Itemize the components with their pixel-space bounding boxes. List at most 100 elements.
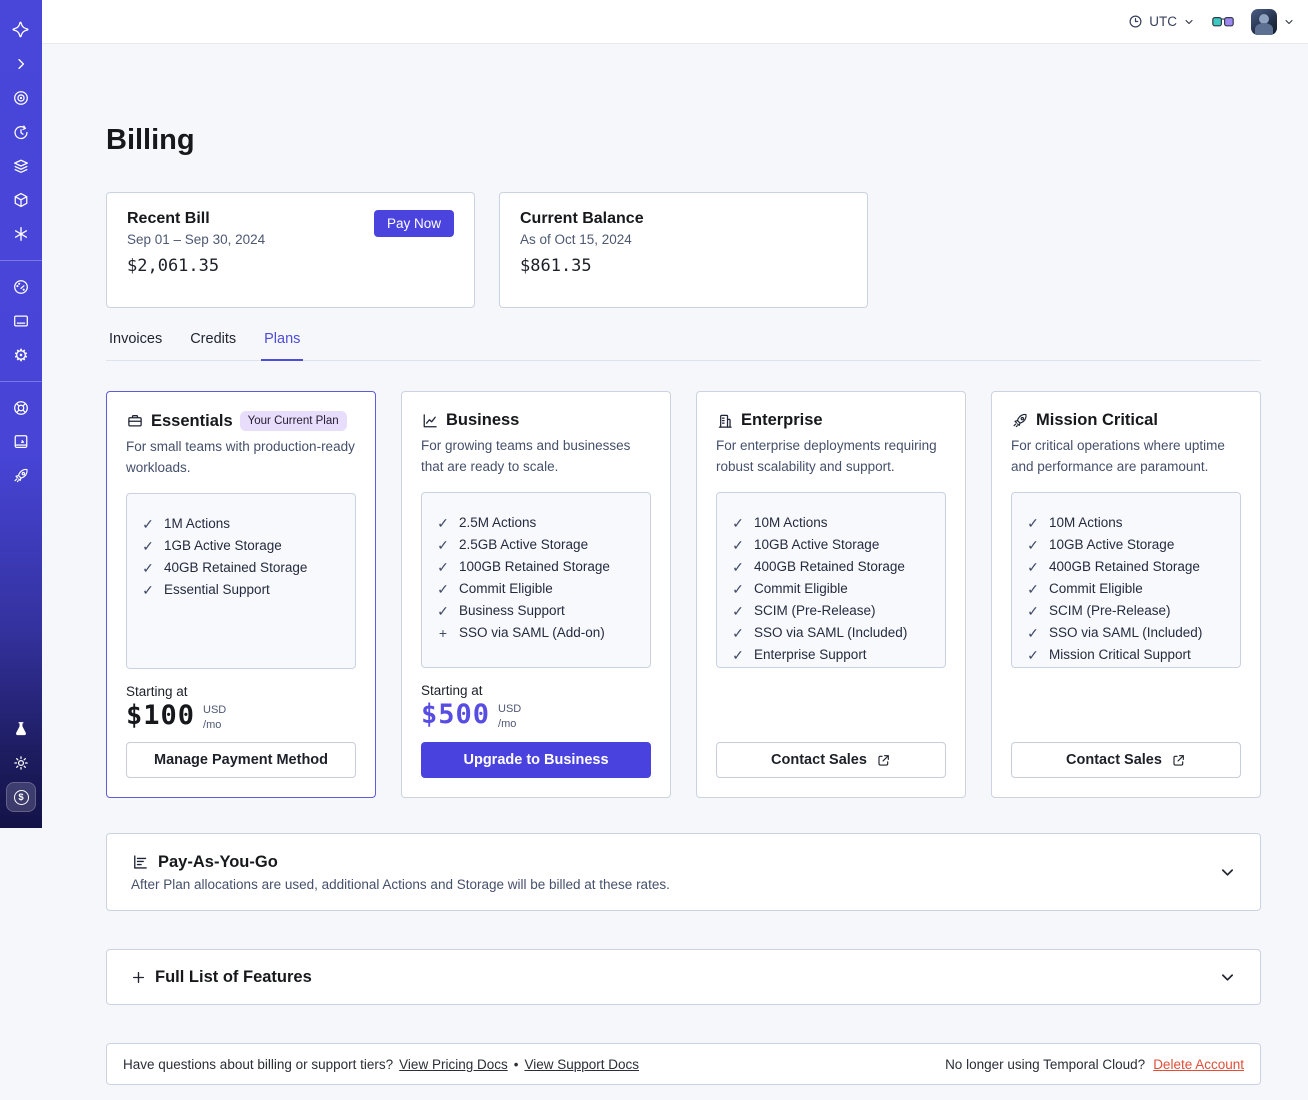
view-support-docs-link[interactable]: View Support Docs <box>524 1057 639 1072</box>
active-item-highlight: $ <box>6 782 36 812</box>
feature-label: Commit Eligible <box>754 580 848 596</box>
delete-account-link[interactable]: Delete Account <box>1153 1057 1244 1072</box>
sidebar-divider <box>0 260 42 261</box>
feature-item: ✓ Enterprise Support <box>731 644 931 666</box>
theme-sun-icon[interactable] <box>4 746 38 780</box>
lab-flask-icon[interactable] <box>4 712 38 746</box>
contact-sales-label: Contact Sales <box>771 752 867 769</box>
external-link-icon <box>1173 755 1184 766</box>
rates-chart-icon <box>134 855 147 870</box>
collapse-chevron-icon[interactable] <box>4 47 38 81</box>
temporal-logo-icon[interactable] <box>4 13 38 47</box>
support-lifebuoy-icon[interactable] <box>4 391 38 425</box>
getting-started-rocket-icon[interactable] <box>4 459 38 493</box>
plans-grid: Essentials Your Current Plan For small t… <box>106 391 1261 799</box>
plan-name: Mission Critical <box>1036 411 1158 430</box>
plus-icon: + <box>438 624 448 641</box>
feature-item: ✓ 100GB Retained Storage <box>436 556 636 578</box>
plan-card-business: Business For growing teams and businesse… <box>401 391 671 799</box>
feature-label: 1M Actions <box>164 515 231 531</box>
check-icon: ✓ <box>437 602 449 619</box>
sidebar-item-billing-active[interactable]: $ <box>4 780 38 814</box>
chevron-down-icon <box>1285 19 1293 24</box>
check-icon: ✓ <box>142 559 154 576</box>
feature-label: Business Support <box>459 602 565 618</box>
feedback-glasses-icon[interactable] <box>1212 15 1234 29</box>
feature-label: 2.5GB Active Storage <box>459 536 589 552</box>
contact-sales-button[interactable]: Contact Sales <box>716 742 946 779</box>
layers-icon[interactable] <box>4 149 38 183</box>
feature-item: + SSO via SAML (Add-on) <box>436 622 636 644</box>
tab-invoices[interactable]: Invoices <box>106 331 165 360</box>
price-period: /mo <box>203 718 222 731</box>
check-icon: ✓ <box>1027 602 1039 619</box>
price-block: Starting at $500 USD/mo <box>421 683 651 732</box>
check-icon: ✓ <box>1027 514 1039 531</box>
schedules-timer-icon[interactable] <box>4 115 38 149</box>
plan-card-enterprise: Enterprise For enterprise deployments re… <box>696 391 966 799</box>
namespaces-icon[interactable] <box>4 81 38 115</box>
page-title: Billing <box>106 124 195 157</box>
plan-name: Business <box>446 411 520 430</box>
view-pricing-docs-link[interactable]: View Pricing Docs <box>399 1057 508 1072</box>
full-features-accordion[interactable]: Full List of Features <box>106 949 1261 1006</box>
plan-name: Enterprise <box>741 411 823 430</box>
contact-sales-button[interactable]: Contact Sales <box>1011 742 1241 779</box>
current-balance-asof: As of Oct 15, 2024 <box>520 232 632 248</box>
plan-price: $500 <box>421 698 491 730</box>
billing-card-icon[interactable] <box>4 304 38 338</box>
check-icon: ✓ <box>437 580 449 597</box>
nexus-asterisk-icon[interactable] <box>4 217 38 251</box>
feature-label: SSO via SAML (Included) <box>754 624 908 640</box>
sidebar-divider <box>0 381 42 382</box>
settings-gear-icon[interactable]: ⚙ <box>4 338 38 372</box>
check-icon: ✓ <box>1027 536 1039 553</box>
feature-item: ✓ 1M Actions <box>141 513 341 535</box>
avatar[interactable] <box>1251 8 1277 35</box>
check-icon: ✓ <box>1027 624 1039 641</box>
feature-item: ✓ 10M Actions <box>1026 512 1226 534</box>
pay-now-button[interactable]: Pay Now <box>373 210 454 238</box>
check-icon: ✓ <box>1027 580 1039 597</box>
price-period: /mo <box>498 717 517 730</box>
cube-icon[interactable] <box>4 183 38 217</box>
feature-label: 100GB Retained Storage <box>459 558 610 574</box>
building-icon <box>718 414 732 428</box>
usage-gauge-icon[interactable] <box>4 270 38 304</box>
billing-tabs: Invoices Credits Plans <box>106 331 1261 362</box>
plus-icon <box>132 971 145 983</box>
feature-label: SSO via SAML (Add-on) <box>459 624 605 640</box>
settings-gear-glyph: ⚙ <box>13 345 29 365</box>
feature-item: ✓ Commit Eligible <box>436 578 636 600</box>
payg-accordion[interactable]: Pay-As-You-Go After Plan allocations are… <box>106 833 1261 912</box>
tab-credits[interactable]: Credits <box>187 331 239 360</box>
feature-label: Commit Eligible <box>1049 580 1143 596</box>
chevron-down-icon[interactable] <box>1219 864 1236 881</box>
timezone-selector[interactable]: UTC <box>1128 14 1195 29</box>
feature-label: 10M Actions <box>1049 514 1123 530</box>
tab-plans[interactable]: Plans <box>261 331 304 362</box>
upgrade-to-business-button[interactable]: Upgrade to Business <box>421 742 651 779</box>
user-menu[interactable] <box>1251 8 1295 35</box>
clock-icon <box>1129 15 1142 28</box>
current-plan-badge: Your Current Plan <box>239 411 347 432</box>
check-icon: ✓ <box>1027 646 1039 663</box>
check-icon: ✓ <box>142 581 154 598</box>
recent-bill-card: Recent Bill Sep 01 – Sep 30, 2024 Pay No… <box>106 192 475 309</box>
feature-item: ✓ 40GB Retained Storage <box>141 557 341 579</box>
recent-bill-amount: $2,061.35 <box>127 256 220 277</box>
chevron-down-icon <box>1185 19 1193 24</box>
feature-item: ✓ Mission Critical Support <box>1026 644 1226 666</box>
plan-features-box: ✓ 1M Actions ✓ 1GB Active Storage ✓ 40GB Re… <box>126 492 356 669</box>
check-icon: ✓ <box>437 514 449 531</box>
manage-payment-method-button[interactable]: Manage Payment Method <box>126 742 356 779</box>
plan-description: For small teams with production-ready wo… <box>126 439 355 475</box>
docs-book-icon[interactable] <box>4 425 38 459</box>
check-icon: ✓ <box>1027 558 1039 575</box>
feature-item: ✓ SCIM (Pre-Release) <box>1026 600 1226 622</box>
feature-label: SSO via SAML (Included) <box>1049 624 1203 640</box>
feature-item: ✓ 10GB Active Storage <box>1026 534 1226 556</box>
chevron-down-icon[interactable] <box>1219 969 1236 986</box>
billing-dollar-icon: $ <box>13 789 29 805</box>
sidebar: ⚙ $ <box>0 0 42 828</box>
